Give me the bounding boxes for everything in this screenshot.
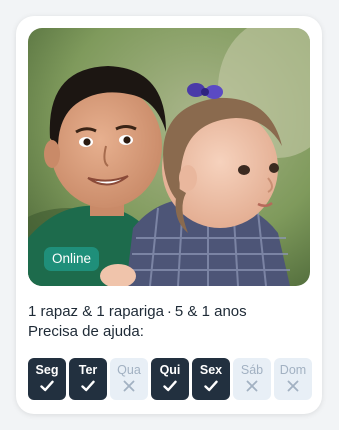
day-chip: Qua (110, 358, 148, 400)
check-icon (204, 379, 218, 397)
children-summary: 1 rapaz & 1 rapariga · 5 & 1 anos (28, 302, 310, 322)
cross-icon (246, 379, 258, 397)
day-label: Ter (78, 363, 98, 377)
day-label: Seg (35, 363, 59, 377)
profile-photo[interactable]: Online (28, 28, 310, 286)
day-chip: Dom (274, 358, 312, 400)
check-icon (40, 379, 54, 397)
day-label: Qui (159, 363, 181, 377)
separator-dot: · (166, 303, 172, 320)
day-chip: Qui (151, 358, 189, 400)
day-chip: Sáb (233, 358, 271, 400)
weekday-availability: Seg Ter Qua Qui Sex Sáb Dom (28, 358, 312, 400)
profile-card[interactable]: Online 1 rapaz & 1 rapariga · 5 & 1 anos P… (16, 16, 322, 414)
day-label: Qua (117, 363, 141, 377)
day-label: Dom (279, 363, 307, 377)
day-chip: Seg (28, 358, 66, 400)
day-chip: Ter (69, 358, 107, 400)
day-label: Sáb (240, 363, 264, 377)
help-label: Precisa de ajuda: (28, 323, 144, 340)
cross-icon (123, 379, 135, 397)
profile-description: 1 rapaz & 1 rapariga · 5 & 1 anos Precisa … (28, 302, 310, 342)
check-icon (163, 379, 177, 397)
children-count: 1 rapaz & 1 rapariga (28, 303, 164, 320)
day-chip: Sex (192, 358, 230, 400)
cross-icon (287, 379, 299, 397)
day-label: Sex (199, 363, 223, 377)
check-icon (81, 379, 95, 397)
children-ages: 5 & 1 anos (174, 303, 247, 320)
status-badge: Online (44, 247, 100, 271)
